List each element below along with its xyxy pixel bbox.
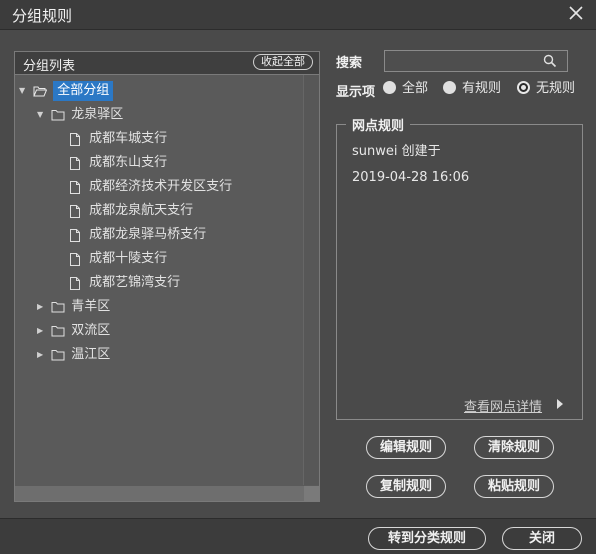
tree-node-branch[interactable]: 成都车城支行	[69, 129, 167, 149]
expand-arrow-icon[interactable]: ▶	[37, 321, 47, 341]
document-icon	[69, 273, 85, 293]
document-icon	[69, 153, 85, 173]
expand-arrow-icon[interactable]: ▶	[37, 297, 47, 317]
rule-created-time: 2019-04-28 16:06	[352, 170, 470, 185]
tree-node-label: 成都龙泉航天支行	[89, 203, 194, 218]
tree-node-label: 全部分组	[53, 81, 114, 101]
title-bar: 分组规则	[0, 0, 596, 30]
folder-icon	[51, 321, 67, 341]
radio-label: 全部	[402, 81, 429, 96]
radio-all[interactable]: 全部	[383, 80, 428, 98]
tree-node-district[interactable]: ▼ 龙泉驿区	[37, 105, 123, 125]
clear-rule-button[interactable]: 清除规则	[474, 436, 554, 459]
collapse-all-button[interactable]: 收起全部	[253, 54, 313, 70]
close-icon[interactable]	[566, 3, 586, 23]
group-list-title: 分组列表	[23, 59, 76, 74]
tree-node-branch[interactable]: 成都艺锦湾支行	[69, 273, 180, 293]
tree-node-label: 青羊区	[71, 299, 111, 314]
tree-node-district[interactable]: ▶ 青羊区	[37, 297, 110, 317]
tree-node-district[interactable]: ▶ 温江区	[37, 345, 110, 365]
folder-icon	[51, 345, 67, 365]
folder-icon	[51, 105, 67, 125]
folder-open-icon	[33, 81, 49, 101]
vertical-scrollbar[interactable]	[303, 75, 319, 485]
document-icon	[69, 129, 85, 149]
edit-rule-button[interactable]: 编辑规则	[366, 436, 446, 459]
to-category-rule-button[interactable]: 转到分类规则	[368, 527, 486, 550]
scrollbar-corner	[304, 486, 319, 501]
document-icon	[69, 249, 85, 269]
paste-rule-button[interactable]: 粘贴规则	[474, 475, 554, 498]
radio-checked-icon	[517, 81, 530, 94]
radio-unchecked-icon	[443, 81, 456, 94]
search-input[interactable]	[384, 50, 568, 72]
view-branch-details-link[interactable]: 查看网点详情	[464, 396, 542, 415]
group-list-header: 分组列表 收起全部	[15, 52, 319, 75]
rule-creator-text: sunwei 创建于	[352, 144, 441, 159]
radio-has-rule[interactable]: 有规则	[443, 80, 501, 98]
tree-node-root[interactable]: ▼ 全部分组	[19, 81, 114, 101]
branch-rule-panel	[336, 124, 583, 420]
search-label: 搜索	[336, 56, 363, 71]
expand-arrow-icon[interactable]: ▼	[37, 105, 47, 125]
tree-node-label: 成都车城支行	[89, 131, 168, 146]
expand-arrow-icon[interactable]: ▼	[19, 81, 29, 101]
branch-rule-legend: 网点规则	[346, 115, 411, 134]
document-icon	[69, 201, 85, 221]
tree-node-label: 成都经济技术开发区支行	[89, 179, 233, 194]
tree-node-label: 成都十陵支行	[89, 251, 168, 266]
copy-rule-button[interactable]: 复制规则	[366, 475, 446, 498]
radio-unchecked-icon	[383, 81, 396, 94]
document-icon	[69, 177, 85, 197]
folder-icon	[51, 297, 67, 317]
radio-label: 有规则	[462, 81, 502, 96]
close-button[interactable]: 关闭	[502, 527, 582, 550]
tree-node-label: 成都东山支行	[89, 155, 168, 170]
radio-label: 无规则	[536, 81, 576, 96]
tree-node-district[interactable]: ▶ 双流区	[37, 321, 110, 341]
tree-node-branch[interactable]: 成都十陵支行	[69, 249, 167, 269]
window-title: 分组规则	[12, 7, 73, 25]
horizontal-scrollbar[interactable]	[15, 486, 319, 501]
document-icon	[69, 225, 85, 245]
search-icon[interactable]	[543, 54, 557, 72]
display-filter-label: 显示项	[336, 85, 376, 100]
tree-node-label: 双流区	[71, 323, 111, 338]
group-list-panel: 分组列表 收起全部 ▼ 全部分组 ▼ 龙泉驿区 成都车城支行 成都东山支行 成都…	[14, 51, 320, 502]
radio-no-rule[interactable]: 无规则	[517, 80, 575, 98]
tree-node-label: 成都龙泉驿马桥支行	[89, 227, 207, 242]
tree-node-branch[interactable]: 成都龙泉航天支行	[69, 201, 193, 221]
expand-arrow-icon[interactable]: ▶	[37, 345, 47, 365]
chevron-right-icon[interactable]	[557, 399, 563, 409]
tree-node-label: 温江区	[71, 347, 111, 362]
tree-node-branch[interactable]: 成都龙泉驿马桥支行	[69, 225, 206, 245]
tree-node-branch[interactable]: 成都经济技术开发区支行	[69, 177, 232, 197]
tree-node-label: 成都艺锦湾支行	[89, 275, 181, 290]
tree-node-label: 龙泉驿区	[71, 107, 124, 122]
tree-node-branch[interactable]: 成都东山支行	[69, 153, 167, 173]
